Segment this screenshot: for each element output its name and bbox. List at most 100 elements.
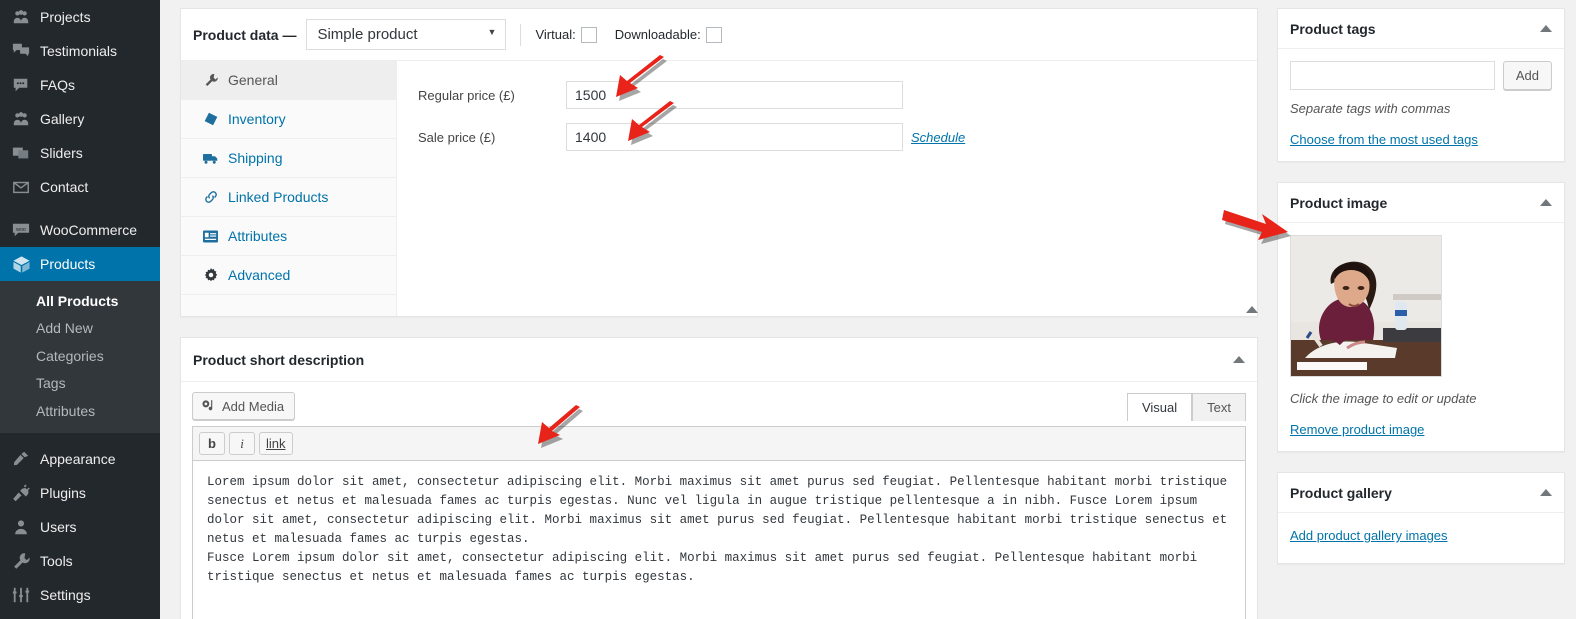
woocommerce-icon: woo	[11, 220, 31, 240]
tab-text[interactable]: Text	[1192, 393, 1246, 421]
submenu-item-categories[interactable]: Categories	[0, 343, 160, 370]
sidebar-item-label: Users	[40, 518, 77, 535]
link-icon	[202, 190, 219, 204]
tab-general[interactable]: General	[181, 61, 396, 100]
downloadable-checkbox-group[interactable]: Downloadable:	[614, 26, 722, 43]
sidebar-item-products[interactable]: Products	[0, 247, 168, 281]
sidebar-item-woocommerce[interactable]: woo WooCommerce	[0, 213, 160, 247]
sidebar-item-testimonials[interactable]: Testimonials	[0, 34, 160, 68]
product-data-body: General Inventory Shipping Linked Produc…	[181, 61, 1257, 316]
short-description-editor[interactable]: Lorem ipsum dolor sit amet, consectetur …	[192, 461, 1246, 619]
sidebar-item-label: WooCommerce	[40, 222, 137, 238]
tab-attributes[interactable]: Attributes	[181, 217, 396, 256]
tab-label: Advanced	[228, 267, 291, 283]
virtual-checkbox-group[interactable]: Virtual:	[535, 26, 597, 43]
virtual-checkbox[interactable]	[580, 26, 597, 43]
tab-shipping[interactable]: Shipping	[181, 139, 396, 178]
short-description-body: Add Media Visual Text b i link Lorem ips…	[181, 382, 1257, 619]
tab-visual[interactable]: Visual	[1126, 393, 1193, 421]
product-gallery-body: Add product gallery images	[1278, 513, 1564, 563]
admin-sidebar: Projects Testimonials FAQs Gallery Slide…	[0, 0, 168, 619]
italic-button[interactable]: i	[229, 432, 255, 455]
testimonials-icon	[11, 41, 31, 61]
add-product-gallery-images-link[interactable]: Add product gallery images	[1290, 528, 1448, 543]
plugins-icon	[11, 483, 31, 503]
sidebar-item-sliders[interactable]: Sliders	[0, 136, 160, 170]
product-gallery-title: Product gallery	[1290, 484, 1392, 501]
sidebar-item-users[interactable]: Users	[0, 510, 160, 544]
toggle-panel-icon[interactable]	[1246, 305, 1258, 313]
products-icon	[11, 254, 31, 274]
sidebar-item-gallery[interactable]: Gallery	[0, 102, 160, 136]
submenu-item-add-new[interactable]: Add New	[0, 315, 160, 342]
submenu-item-attributes[interactable]: Attributes	[0, 398, 160, 425]
sidebar-item-plugins[interactable]: Plugins	[0, 476, 160, 510]
sidebar-item-label: Gallery	[40, 111, 85, 127]
product-image-thumbnail[interactable]	[1290, 235, 1442, 377]
sidebar-item-label: Tools	[40, 552, 73, 569]
tag-input-row: Add	[1290, 61, 1552, 90]
sidebar-divider	[0, 204, 160, 213]
gallery-icon	[11, 109, 31, 129]
product-image-title: Product image	[1290, 194, 1388, 211]
attributes-icon	[202, 230, 219, 243]
projects-icon	[11, 7, 31, 27]
downloadable-label: Downloadable:	[614, 27, 701, 42]
bold-button[interactable]: b	[199, 432, 225, 455]
users-icon	[11, 517, 31, 537]
downloadable-checkbox[interactable]	[705, 26, 722, 43]
regular-price-input[interactable]	[566, 81, 903, 109]
product-tags-input[interactable]	[1290, 61, 1495, 90]
quicktags-toolbar: b i link	[192, 426, 1246, 461]
sale-price-input[interactable]	[566, 123, 903, 151]
submenu-item-tags[interactable]: Tags	[0, 370, 160, 397]
tab-label: Attributes	[228, 228, 288, 244]
truck-icon	[202, 152, 219, 165]
tab-inventory[interactable]: Inventory	[181, 100, 396, 139]
remove-product-image-link[interactable]: Remove product image	[1290, 422, 1424, 437]
admin-screen: Projects Testimonials FAQs Gallery Slide…	[0, 0, 1576, 619]
product-image-caption: Click the image to edit or update	[1290, 391, 1477, 406]
virtual-label: Virtual:	[535, 27, 576, 42]
sidebar-item-label: FAQs	[40, 77, 76, 93]
product-image-body: Click the image to edit or update Remove…	[1278, 223, 1564, 451]
product-data-panel: Product data — Simple product Virtual: D…	[180, 8, 1258, 317]
toggle-panel-icon[interactable]	[1540, 24, 1552, 32]
add-media-button[interactable]: Add Media	[192, 392, 296, 420]
sidebar-item-contact[interactable]: Contact	[0, 170, 160, 204]
editor-topbar: Add Media Visual Text	[192, 392, 1246, 421]
choose-most-used-tags-link[interactable]: Choose from the most used tags	[1290, 132, 1478, 147]
product-tags-body: Add Separate tags with commas Choose fro…	[1278, 49, 1564, 161]
products-submenu: All Products Add New Categories Tags Att…	[0, 281, 160, 433]
add-tag-button[interactable]: Add	[1502, 61, 1552, 90]
sidebar-item-settings[interactable]: Settings	[0, 578, 160, 612]
product-data-tabs: General Inventory Shipping Linked Produc…	[181, 61, 397, 316]
tab-advanced[interactable]: Advanced	[181, 256, 396, 295]
toggle-panel-icon[interactable]	[1233, 355, 1245, 363]
sidebar-item-faqs[interactable]: FAQs	[0, 68, 160, 102]
appearance-icon	[11, 449, 31, 469]
sale-price-row: Sale price (£) Schedule	[397, 123, 1257, 151]
tab-label: Linked Products	[228, 189, 329, 205]
regular-price-row: Regular price (£)	[397, 81, 1257, 109]
toggle-panel-icon[interactable]	[1540, 198, 1552, 206]
toggle-panel-icon[interactable]	[1540, 488, 1552, 496]
svg-text:woo: woo	[15, 227, 26, 233]
short-description-panel: Product short description Add Media Visu…	[180, 337, 1258, 619]
sidebar-item-projects[interactable]: Projects	[0, 0, 160, 34]
link-button[interactable]: link	[259, 432, 293, 455]
product-data-header: Product data — Simple product Virtual: D…	[181, 9, 1258, 313]
sidebar-item-label: Testimonials	[40, 43, 118, 59]
tab-label: General	[228, 72, 278, 88]
product-type-select[interactable]: Simple product	[306, 19, 507, 50]
sidebar-item-appearance[interactable]: Appearance	[0, 442, 160, 476]
editor-mode-tabs: Visual Text	[1126, 392, 1246, 421]
submenu-item-all-products[interactable]: All Products	[0, 288, 160, 315]
tab-linked-products[interactable]: Linked Products	[181, 178, 396, 217]
product-gallery-panel: Product gallery Add product gallery imag…	[1277, 472, 1565, 564]
add-media-icon	[201, 399, 216, 414]
schedule-link[interactable]: Schedule	[911, 130, 965, 145]
sidebar-item-tools[interactable]: Tools	[0, 544, 160, 578]
sale-price-label: Sale price (£)	[418, 129, 496, 145]
sidebar-item-label: Contact	[40, 179, 89, 195]
